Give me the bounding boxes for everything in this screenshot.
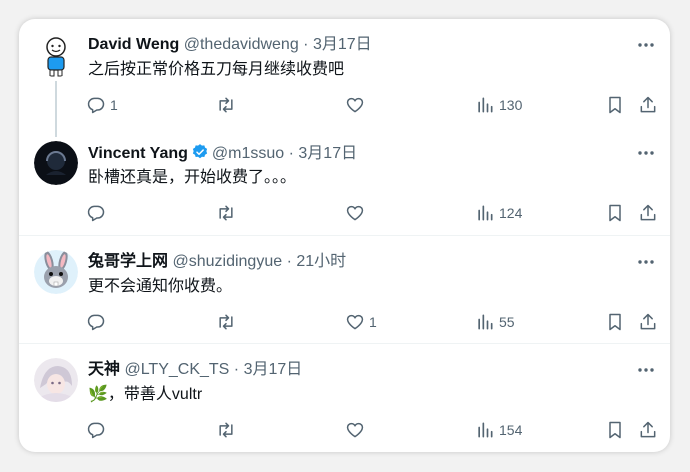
bookmark-icon bbox=[609, 313, 621, 331]
heart-icon bbox=[346, 314, 364, 330]
author-handle[interactable]: @shuzidingyue bbox=[172, 253, 282, 270]
share-icon bbox=[640, 313, 656, 330]
author-name[interactable]: 天神 bbox=[88, 361, 120, 378]
more-options-icon[interactable] bbox=[636, 143, 656, 163]
author-handle[interactable]: @LTY_CK_TS bbox=[124, 361, 229, 378]
retweet-button[interactable] bbox=[216, 419, 240, 441]
tweet-4[interactable]: 天神 @LTY_CK_TS · 3月17日 🌿，带善人vultr 154 bbox=[19, 343, 670, 451]
author-handle[interactable]: @thedavidweng bbox=[184, 36, 299, 53]
view-count: 130 bbox=[499, 97, 523, 113]
tweet-actions: 1 55 bbox=[86, 311, 656, 333]
tweet-header: David Weng @thedavidweng · 3月17日 bbox=[88, 35, 372, 55]
tweet-actions: 124 bbox=[86, 202, 656, 224]
more-options-icon[interactable] bbox=[636, 35, 656, 55]
separator-dot: · bbox=[288, 145, 294, 162]
reply-icon bbox=[87, 205, 105, 222]
share-icon bbox=[640, 204, 656, 221]
analytics-icon bbox=[478, 97, 493, 113]
tweet-2[interactable]: Vincent Yang @m1ssuo · 3月17日 卧槽还真是，开始收费了。… bbox=[19, 127, 670, 235]
anime-girl-avatar[interactable] bbox=[34, 358, 78, 402]
timestamp[interactable]: 3月17日 bbox=[244, 361, 303, 378]
analytics-icon bbox=[478, 314, 493, 330]
like-button[interactable] bbox=[345, 202, 369, 224]
tweet-text: 更不会通知你收费。 bbox=[88, 278, 233, 295]
analytics-icon bbox=[478, 205, 493, 221]
share-icon bbox=[640, 421, 656, 438]
bookmark-icon bbox=[609, 421, 621, 439]
tweet-header: Vincent Yang @m1ssuo · 3月17日 bbox=[88, 143, 357, 164]
reply-icon bbox=[87, 314, 105, 331]
reply-icon bbox=[87, 97, 105, 114]
separator-dot: · bbox=[303, 36, 309, 53]
more-options-icon[interactable] bbox=[636, 360, 656, 380]
view-count: 154 bbox=[499, 422, 523, 438]
reply-button[interactable] bbox=[86, 311, 110, 333]
like-count: 1 bbox=[369, 314, 377, 330]
share-button[interactable] bbox=[638, 311, 658, 333]
view-count: 124 bbox=[499, 205, 523, 221]
author-name[interactable]: Vincent Yang bbox=[88, 145, 188, 162]
retweet-icon bbox=[219, 314, 233, 330]
bookmark-button[interactable] bbox=[605, 311, 625, 333]
tweet-3[interactable]: 兔哥学上网 @shuzidingyue · 21小时 更不会通知你收费。 1 5… bbox=[19, 235, 670, 343]
timestamp[interactable]: 21小时 bbox=[296, 253, 346, 270]
timestamp[interactable]: 3月17日 bbox=[313, 36, 372, 53]
tweet-actions: 154 bbox=[86, 419, 656, 441]
views-button[interactable]: 130 bbox=[475, 94, 522, 116]
bookmark-icon bbox=[609, 204, 621, 222]
view-count: 55 bbox=[499, 314, 515, 330]
share-button[interactable] bbox=[638, 202, 658, 224]
views-button[interactable]: 154 bbox=[475, 419, 522, 441]
like-button[interactable] bbox=[345, 94, 369, 116]
separator-dot: · bbox=[233, 361, 240, 378]
analytics-icon bbox=[478, 422, 493, 438]
like-button[interactable]: 1 bbox=[345, 311, 377, 333]
reply-thread-card: David Weng @thedavidweng · 3月17日 之后按正常价格… bbox=[19, 19, 670, 452]
views-button[interactable]: 55 bbox=[475, 311, 515, 333]
cartoon-person-avatar[interactable] bbox=[34, 33, 78, 77]
tweet-text: 之后按正常价格五刀每月继续收费吧 bbox=[88, 61, 345, 78]
bookmark-button[interactable] bbox=[605, 419, 625, 441]
reply-icon bbox=[87, 422, 105, 439]
tweet-text: 卧槽还真是，开始收费了。。。 bbox=[88, 169, 297, 186]
heart-icon bbox=[346, 97, 364, 113]
share-icon bbox=[640, 96, 656, 113]
dark-circle-avatar[interactable] bbox=[34, 141, 78, 185]
retweet-button[interactable] bbox=[216, 311, 240, 333]
retweet-icon bbox=[219, 205, 233, 221]
reply-button[interactable] bbox=[86, 202, 110, 224]
tweet-1[interactable]: David Weng @thedavidweng · 3月17日 之后按正常价格… bbox=[19, 19, 670, 137]
verified-badge-icon bbox=[192, 144, 208, 159]
reply-count: 1 bbox=[110, 97, 118, 113]
rabbit-avatar[interactable] bbox=[34, 250, 78, 294]
timestamp[interactable]: 3月17日 bbox=[298, 145, 357, 162]
retweet-icon bbox=[219, 422, 233, 438]
tweet-header: 兔哥学上网 @shuzidingyue · 21小时 bbox=[88, 252, 346, 272]
like-button[interactable] bbox=[345, 419, 369, 441]
author-name[interactable]: David Weng bbox=[88, 36, 179, 53]
herb-emoji: 🌿 bbox=[88, 386, 108, 403]
author-name[interactable]: 兔哥学上网 bbox=[88, 253, 168, 270]
share-button[interactable] bbox=[638, 94, 658, 116]
views-button[interactable]: 124 bbox=[475, 202, 522, 224]
reply-button[interactable]: 1 bbox=[86, 94, 118, 116]
reply-button[interactable] bbox=[86, 419, 110, 441]
share-button[interactable] bbox=[638, 419, 658, 441]
retweet-button[interactable] bbox=[216, 202, 240, 224]
heart-icon bbox=[346, 205, 364, 221]
tweet-header: 天神 @LTY_CK_TS · 3月17日 bbox=[88, 360, 302, 380]
bookmark-button[interactable] bbox=[605, 94, 625, 116]
retweet-icon bbox=[219, 97, 233, 113]
bookmark-button[interactable] bbox=[605, 202, 625, 224]
more-options-icon[interactable] bbox=[636, 252, 656, 272]
bookmark-icon bbox=[609, 96, 621, 114]
author-handle[interactable]: @m1ssuo bbox=[212, 145, 284, 162]
retweet-button[interactable] bbox=[216, 94, 240, 116]
tweet-text: ，带善人vultr bbox=[107, 386, 203, 403]
tweet-actions: 1 130 bbox=[86, 94, 656, 116]
tweet-text-line: 🌿，带善人vultr bbox=[88, 384, 202, 406]
separator-dot: · bbox=[286, 253, 292, 270]
heart-icon bbox=[346, 422, 364, 438]
